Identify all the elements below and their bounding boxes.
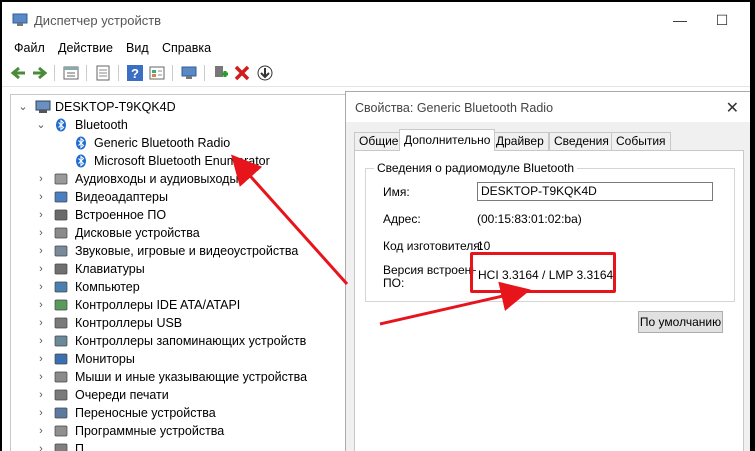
tab-general[interactable]: Общие (354, 132, 404, 150)
chevron-right-icon[interactable]: › (35, 206, 47, 224)
tree-category-label: Контроллеры USB (75, 316, 183, 330)
uninstall-icon[interactable] (233, 64, 251, 82)
device-category-icon (53, 280, 69, 294)
tab-details[interactable]: Сведения (549, 132, 614, 150)
manufacturer-label: Код изготовителя: (383, 239, 484, 253)
tree-category-label: П (75, 442, 84, 451)
chevron-right-icon[interactable]: › (35, 242, 47, 260)
tab-driver[interactable]: Драйвер (491, 132, 549, 150)
device-category-icon (53, 406, 69, 420)
name-label: Имя: (383, 185, 410, 199)
forward-arrow-icon[interactable] (31, 64, 49, 82)
device-tree: ⌄ DESKTOP-T9KQK4D ⌄ Bluetooth Generic Bl… (10, 94, 347, 451)
window-title: Диспетчер устройств (34, 13, 162, 28)
chevron-right-icon[interactable]: › (35, 188, 47, 206)
device-manager-window: Диспетчер устройств — ☐ Файл Действие Ви… (2, 2, 750, 451)
device-category-icon (53, 424, 69, 438)
tree-category-label: Программные устройства (75, 424, 225, 438)
chevron-right-icon[interactable]: › (35, 260, 47, 278)
device-category-icon (53, 190, 69, 204)
chevron-down-icon[interactable]: ⌄ (35, 116, 47, 134)
tree-category-label: Мониторы (75, 352, 135, 366)
chevron-right-icon[interactable]: › (35, 386, 47, 404)
device-category-icon (53, 334, 69, 348)
tab-events[interactable]: События (611, 132, 671, 150)
chevron-right-icon[interactable]: › (35, 224, 47, 242)
chevron-right-icon[interactable]: › (35, 422, 47, 440)
bluetooth-icon (53, 118, 69, 132)
firmware-label-line2: ПО: (383, 276, 405, 290)
default-button[interactable]: По умолчанию (638, 311, 723, 333)
tree-category-label: Клавиатуры (75, 262, 145, 276)
menu-action[interactable]: Действие (58, 41, 113, 55)
properties-icon[interactable] (62, 64, 80, 82)
device-category-icon (53, 388, 69, 402)
bluetooth-icon (73, 154, 89, 168)
tree-category-label: Звуковые, игровые и видеоустройства (75, 244, 299, 258)
chevron-right-icon[interactable]: › (35, 296, 47, 314)
chevron-down-icon[interactable]: ⌄ (17, 98, 29, 116)
tree-category-label: Встроенное ПО (75, 208, 167, 222)
chevron-right-icon[interactable]: › (35, 368, 47, 386)
tree-category-label: Видеоадаптеры (75, 190, 168, 204)
chevron-right-icon[interactable]: › (35, 170, 47, 188)
maximize-button[interactable]: ☐ (702, 6, 742, 34)
device-category-icon (53, 352, 69, 366)
tree-category-label: Переносные устройства (75, 406, 216, 420)
device-manager-icon (12, 13, 28, 30)
menu-file[interactable]: Файл (14, 41, 45, 55)
firmware-highlight-box (470, 252, 616, 293)
address-label: Адрес: (383, 212, 421, 226)
update-driver-icon[interactable] (211, 64, 229, 82)
download-icon[interactable] (256, 64, 274, 82)
scan-hardware-icon[interactable] (180, 64, 198, 82)
chevron-right-icon[interactable]: › (35, 404, 47, 422)
tree-category-label: Мыши и иные указывающие устройства (75, 370, 308, 384)
tab-advanced[interactable]: Дополнительно (399, 129, 496, 151)
minimize-button[interactable]: — (660, 6, 700, 34)
tree-category-label: Контроллеры запоминающих устройств (75, 334, 307, 348)
device-category-icon (53, 262, 69, 276)
toolbar: ? (2, 60, 750, 87)
list-view-icon[interactable] (94, 64, 112, 82)
tree-category-label: Контроллеры IDE ATA/ATAPI (75, 298, 241, 312)
name-field[interactable]: DESKTOP-T9KQK4D (477, 182, 713, 201)
computer-icon (35, 100, 51, 114)
chevron-right-icon[interactable]: › (35, 440, 47, 451)
dialog-title: Свойства: Generic Bluetooth Radio (355, 101, 554, 115)
chevron-right-icon[interactable]: › (35, 314, 47, 332)
chevron-right-icon[interactable]: › (35, 350, 47, 368)
group-title: Сведения о радиомодуле Bluetooth (374, 161, 578, 175)
device-category-icon (53, 172, 69, 186)
bluetooth-icon (73, 136, 89, 150)
title-bar: Диспетчер устройств — ☐ (2, 2, 750, 38)
close-icon[interactable]: ✕ (726, 98, 739, 118)
dialog-title-bar: Свойства: Generic Bluetooth Radio ✕ (346, 92, 750, 122)
back-arrow-icon[interactable] (9, 64, 27, 82)
menu-bar: Файл Действие Вид Справка (2, 38, 750, 58)
address-value: (00:15:83:01:02:ba) (477, 212, 582, 226)
manufacturer-value: 10 (477, 239, 491, 253)
tree-category-label: Дисковые устройства (75, 226, 200, 240)
menu-help[interactable]: Справка (162, 41, 211, 55)
device-category-icon (53, 370, 69, 384)
tree-category-label: Аудиовходы и аудиовыходы (75, 172, 239, 186)
chevron-right-icon[interactable]: › (35, 278, 47, 296)
device-category-icon (53, 208, 69, 222)
firmware-label-line1: Версия встроенного (383, 263, 476, 277)
device-category-icon (53, 442, 69, 451)
svg-text:?: ? (131, 66, 139, 81)
chevron-right-icon[interactable]: › (35, 332, 47, 350)
tree-category-label: Компьютер (75, 280, 140, 294)
device-category-icon (53, 244, 69, 258)
device-category-icon (53, 316, 69, 330)
tree-category-label: Очереди печати (75, 388, 169, 402)
menu-view[interactable]: Вид (126, 41, 149, 55)
device-category-icon (53, 298, 69, 312)
details-view-icon[interactable] (148, 64, 166, 82)
tab-panel-advanced: Сведения о радиомодуле Bluetooth Имя: DE… (354, 150, 744, 451)
device-category-icon (53, 226, 69, 240)
help-icon[interactable]: ? (126, 64, 144, 82)
